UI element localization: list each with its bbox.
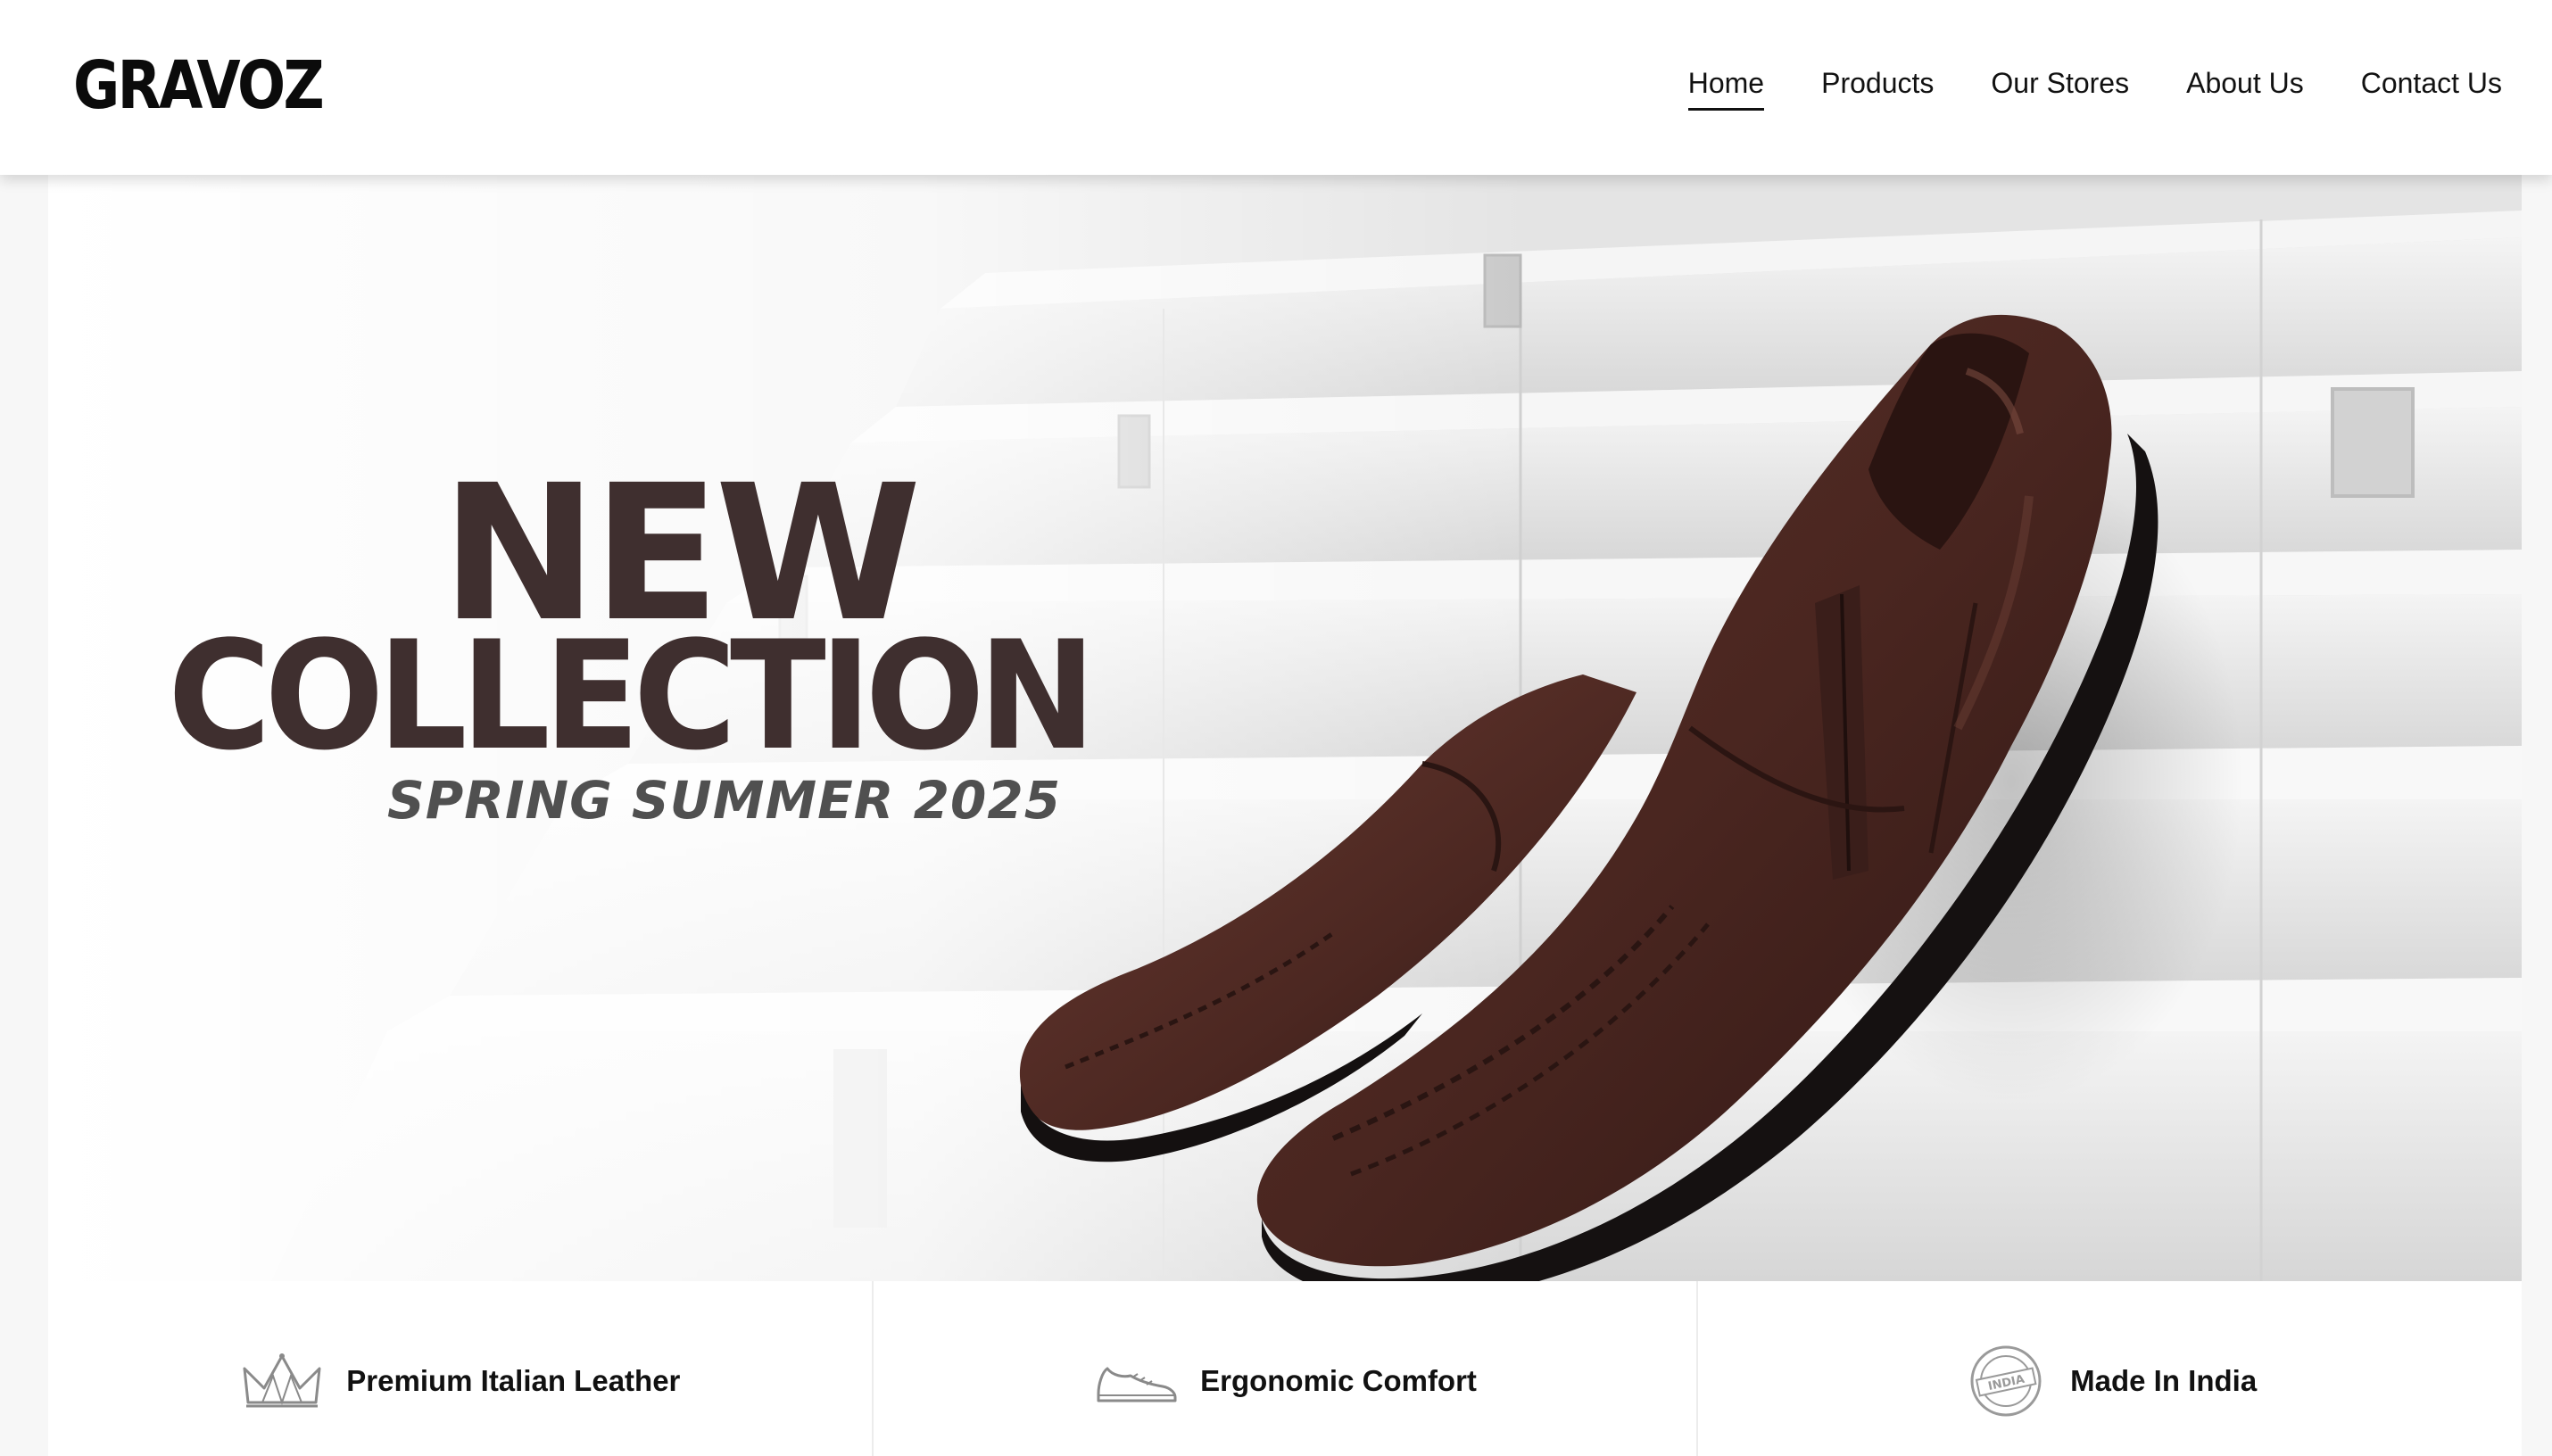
feature-label: Ergonomic Comfort (1200, 1364, 1477, 1397)
feature-made-in-india: INDIA Made In India (1698, 1281, 2522, 1456)
shoe-icon (1093, 1349, 1179, 1413)
brand-name: GRAVOZ (73, 47, 325, 124)
features-strip: Premium Italian Leather Ergonomic Comfor… (48, 1281, 2522, 1456)
feature-premium-leather: Premium Italian Leather (48, 1281, 874, 1456)
hero-banner[interactable]: NEW COLLECTION SPRING SUMMER 2025 (48, 175, 2522, 1281)
made-in-india-stamp-icon: INDIA (1963, 1345, 2049, 1417)
nav-our-stores[interactable]: Our Stores (1991, 67, 2129, 105)
feature-label: Premium Italian Leather (346, 1364, 681, 1397)
nav-about-us[interactable]: About Us (2186, 67, 2304, 105)
main-nav: Home Products Our Stores About Us Contac… (1687, 61, 2502, 111)
nav-home[interactable]: Home (1687, 67, 1765, 111)
feature-ergonomic-comfort: Ergonomic Comfort (874, 1281, 1699, 1456)
hero-line-collection: COLLECTION (168, 608, 1096, 783)
nav-products[interactable]: Products (1821, 67, 1934, 105)
nav-contact-us[interactable]: Contact Us (2361, 67, 2502, 105)
crown-icon (239, 1349, 325, 1413)
feature-label: Made In India (2070, 1364, 2258, 1397)
site-header: GRAVOZ Home Products Our Stores About Us… (0, 0, 2552, 175)
brown-loafers-image (1019, 314, 2243, 1281)
hero-subtitle: SPRING SUMMER 2025 (387, 770, 1062, 831)
brand-logo[interactable]: GRAVOZ (73, 52, 325, 120)
